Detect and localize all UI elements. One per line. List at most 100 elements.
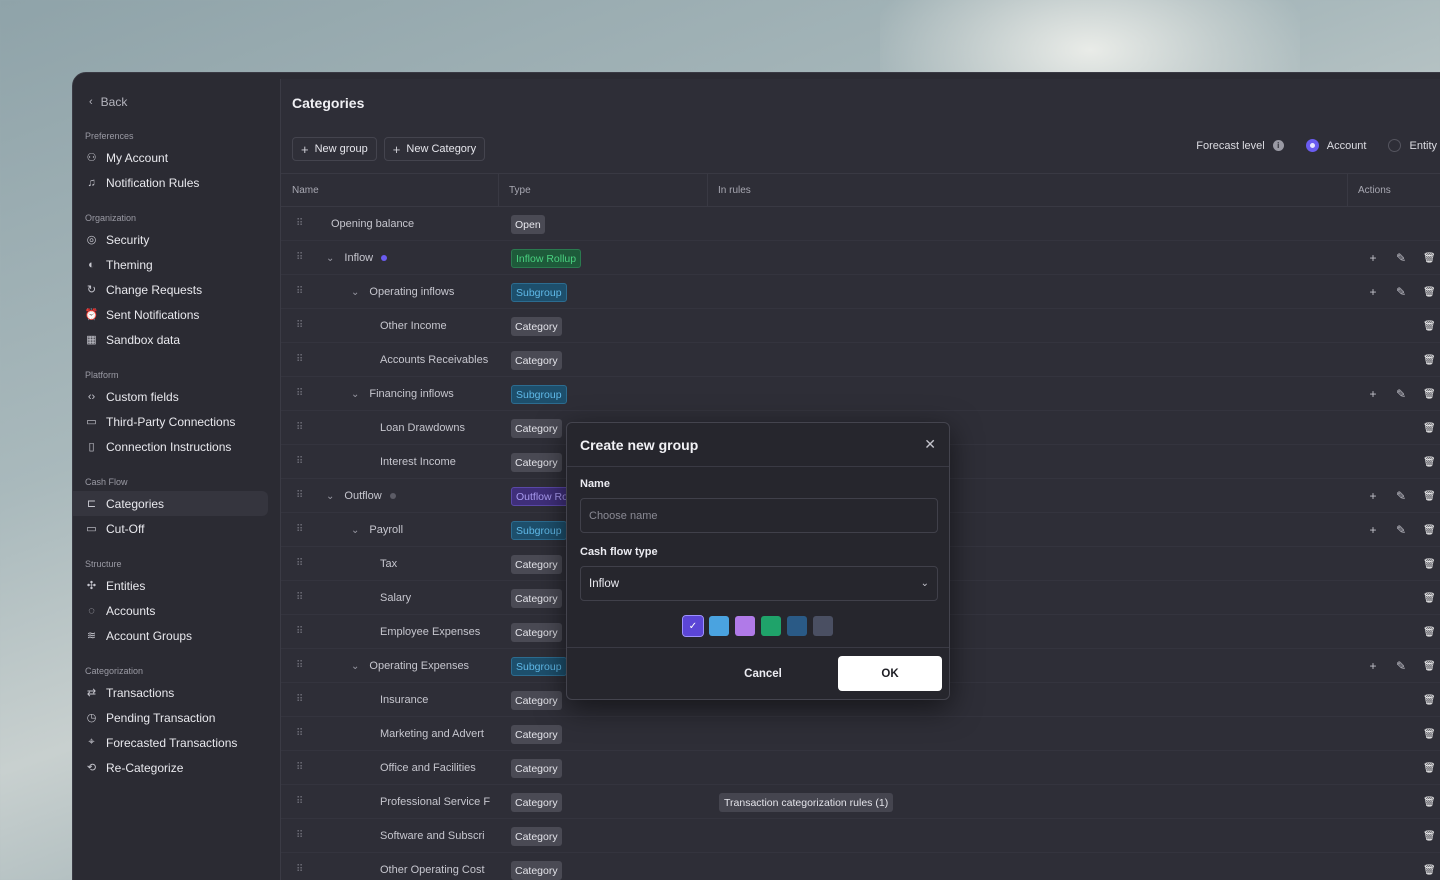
table-row[interactable]: ⠿ Office and Facilities Category 🗑 xyxy=(281,751,1440,785)
sidebar-item-security[interactable]: ◎ Security xyxy=(73,227,268,252)
table-row[interactable]: ⠿ ⌄ Operating inflows Subgroup + ✎ 🗑 xyxy=(281,275,1440,309)
table-row[interactable]: ⠿ ⌄ Inflow Inflow Rollup + ✎ 🗑 xyxy=(281,241,1440,275)
plus-icon[interactable]: + xyxy=(1367,659,1379,673)
chevron-down-icon[interactable]: ⌄ xyxy=(351,389,359,400)
chevron-down-icon[interactable]: ⌄ xyxy=(351,525,359,536)
chevron-down-icon[interactable]: ⌄ xyxy=(351,661,359,672)
table-row[interactable]: ⠿ Other Operating Cost Category 🗑 xyxy=(281,853,1440,880)
trash-icon[interactable]: 🗑 xyxy=(1423,559,1436,570)
table-row[interactable]: ⠿ Professional Service F Category Transacti… xyxy=(281,785,1440,819)
color-swatch[interactable]: ✓ xyxy=(682,615,704,637)
drag-handle-icon[interactable]: ⠿ xyxy=(296,491,303,501)
pencil-icon[interactable]: ✎ xyxy=(1395,659,1407,673)
drag-handle-icon[interactable]: ⠿ xyxy=(296,831,303,841)
sidebar-item-pending-transaction[interactable]: ◷ Pending Transaction xyxy=(73,705,268,730)
radio-entity[interactable] xyxy=(1388,139,1402,152)
drag-handle-icon[interactable]: ⠿ xyxy=(296,797,303,807)
drag-handle-icon[interactable]: ⠿ xyxy=(296,457,303,467)
table-row[interactable]: ⠿ Other Income Category 🗑 xyxy=(281,309,1440,343)
sidebar-item-account-groups[interactable]: ≋ Account Groups xyxy=(73,623,268,648)
chevron-down-icon[interactable]: ⌄ xyxy=(351,287,359,298)
plus-icon[interactable]: + xyxy=(1367,285,1379,299)
trash-icon[interactable]: 🗑 xyxy=(1423,389,1436,400)
color-swatch[interactable] xyxy=(761,616,781,636)
trash-icon[interactable]: 🗑 xyxy=(1423,763,1436,774)
sidebar-item-forecasted-transactions[interactable]: ⌖ Forecasted Transactions xyxy=(73,730,268,755)
drag-handle-icon[interactable]: ⠿ xyxy=(296,695,303,705)
sidebar-item-re-categorize[interactable]: ⟲ Re-Categorize xyxy=(73,755,268,780)
table-row[interactable]: ⠿ Opening balance Open xyxy=(281,207,1440,241)
drag-handle-icon[interactable]: ⠿ xyxy=(296,593,303,603)
drag-handle-icon[interactable]: ⠿ xyxy=(296,321,303,331)
back-link[interactable]: ‹ Back xyxy=(73,93,280,111)
radio-entity-label[interactable]: Entity xyxy=(1409,140,1437,152)
trash-icon[interactable]: 🗑 xyxy=(1423,355,1436,366)
color-swatch[interactable] xyxy=(813,616,833,636)
chevron-down-icon[interactable]: ⌄ xyxy=(326,253,334,264)
table-row[interactable]: ⠿ Marketing and Advert Category 🗑 xyxy=(281,717,1440,751)
sidebar-item-notification-rules[interactable]: ♫ Notification Rules xyxy=(73,170,268,195)
drag-handle-icon[interactable]: ⠿ xyxy=(296,389,303,399)
trash-icon[interactable]: 🗑 xyxy=(1423,253,1436,264)
cancel-button[interactable]: Cancel xyxy=(718,668,808,680)
pencil-icon[interactable]: ✎ xyxy=(1395,489,1407,503)
plus-icon[interactable]: + xyxy=(1367,251,1379,265)
sidebar-item-my-account[interactable]: ⚇ My Account xyxy=(73,145,268,170)
trash-icon[interactable]: 🗑 xyxy=(1423,423,1436,434)
trash-icon[interactable]: 🗑 xyxy=(1423,287,1436,298)
plus-icon[interactable]: + xyxy=(1367,387,1379,401)
drag-handle-icon[interactable]: ⠿ xyxy=(296,355,303,365)
radio-account-label[interactable]: Account xyxy=(1327,140,1367,152)
drag-handle-icon[interactable]: ⠿ xyxy=(296,729,303,739)
drag-handle-icon[interactable]: ⠿ xyxy=(296,627,303,637)
plus-icon[interactable]: + xyxy=(1367,489,1379,503)
drag-handle-icon[interactable]: ⠿ xyxy=(296,423,303,433)
trash-icon[interactable]: 🗑 xyxy=(1423,797,1436,808)
trash-icon[interactable]: 🗑 xyxy=(1423,729,1436,740)
color-swatch[interactable] xyxy=(735,616,755,636)
trash-icon[interactable]: 🗑 xyxy=(1423,661,1436,672)
trash-icon[interactable]: 🗑 xyxy=(1423,593,1436,604)
drag-handle-icon[interactable]: ⠿ xyxy=(296,287,303,297)
pencil-icon[interactable]: ✎ xyxy=(1395,251,1407,265)
sidebar-item-connection-instructions[interactable]: ▯ Connection Instructions xyxy=(73,434,268,459)
sidebar-item-sent-notifications[interactable]: ⏰ Sent Notifications xyxy=(73,302,268,327)
sidebar-item-cut-off[interactable]: ▭ Cut-Off xyxy=(73,516,268,541)
name-input[interactable]: Choose name xyxy=(580,498,938,533)
color-swatch[interactable] xyxy=(787,616,807,636)
new-category-button[interactable]: + New Category xyxy=(383,137,486,161)
table-row[interactable]: ⠿ Accounts Receivables Category 🗑 xyxy=(281,343,1440,377)
trash-icon[interactable]: 🗑 xyxy=(1423,865,1436,876)
trash-icon[interactable]: 🗑 xyxy=(1423,321,1436,332)
radio-account[interactable] xyxy=(1305,139,1319,152)
trash-icon[interactable]: 🗑 xyxy=(1423,457,1436,468)
pencil-icon[interactable]: ✎ xyxy=(1395,387,1407,401)
sidebar-item-change-requests[interactable]: ↻ Change Requests xyxy=(73,277,268,302)
info-icon[interactable]: i xyxy=(1272,140,1284,151)
sidebar-item-theming[interactable]: ◐ Theming xyxy=(73,252,268,277)
plus-icon[interactable]: + xyxy=(1367,523,1379,537)
sidebar-item-transactions[interactable]: ⇄ Transactions xyxy=(73,680,268,705)
sidebar-item-sandbox-data[interactable]: ▦ Sandbox data xyxy=(73,327,268,352)
sidebar-item-entities[interactable]: ✣ Entities xyxy=(73,573,268,598)
pencil-icon[interactable]: ✎ xyxy=(1395,523,1407,537)
drag-handle-icon[interactable]: ⠿ xyxy=(296,559,303,569)
ok-button[interactable]: OK xyxy=(838,656,942,691)
drag-handle-icon[interactable]: ⠿ xyxy=(296,525,303,535)
cashflow-type-select[interactable]: Inflow ⌄ xyxy=(580,566,938,601)
drag-handle-icon[interactable]: ⠿ xyxy=(296,763,303,773)
color-swatch[interactable] xyxy=(709,616,729,636)
table-row[interactable]: ⠿ Software and Subscri Category 🗑 xyxy=(281,819,1440,853)
sidebar-item-custom-fields[interactable]: ‹› Custom fields xyxy=(73,384,268,409)
sidebar-item-third-party-connections[interactable]: ▭ Third-Party Connections xyxy=(73,409,268,434)
trash-icon[interactable]: 🗑 xyxy=(1423,491,1436,502)
drag-handle-icon[interactable]: ⠿ xyxy=(296,661,303,671)
close-icon[interactable]: ✕ xyxy=(924,436,936,453)
sidebar-item-accounts[interactable]: ◌ Accounts xyxy=(73,598,268,623)
trash-icon[interactable]: 🗑 xyxy=(1423,525,1436,536)
sidebar-item-categories[interactable]: ⊏ Categories xyxy=(73,491,268,516)
drag-handle-icon[interactable]: ⠿ xyxy=(296,219,303,229)
trash-icon[interactable]: 🗑 xyxy=(1423,627,1436,638)
trash-icon[interactable]: 🗑 xyxy=(1423,831,1436,842)
rules-badge[interactable]: Transaction categorization rules (1) xyxy=(719,793,894,812)
